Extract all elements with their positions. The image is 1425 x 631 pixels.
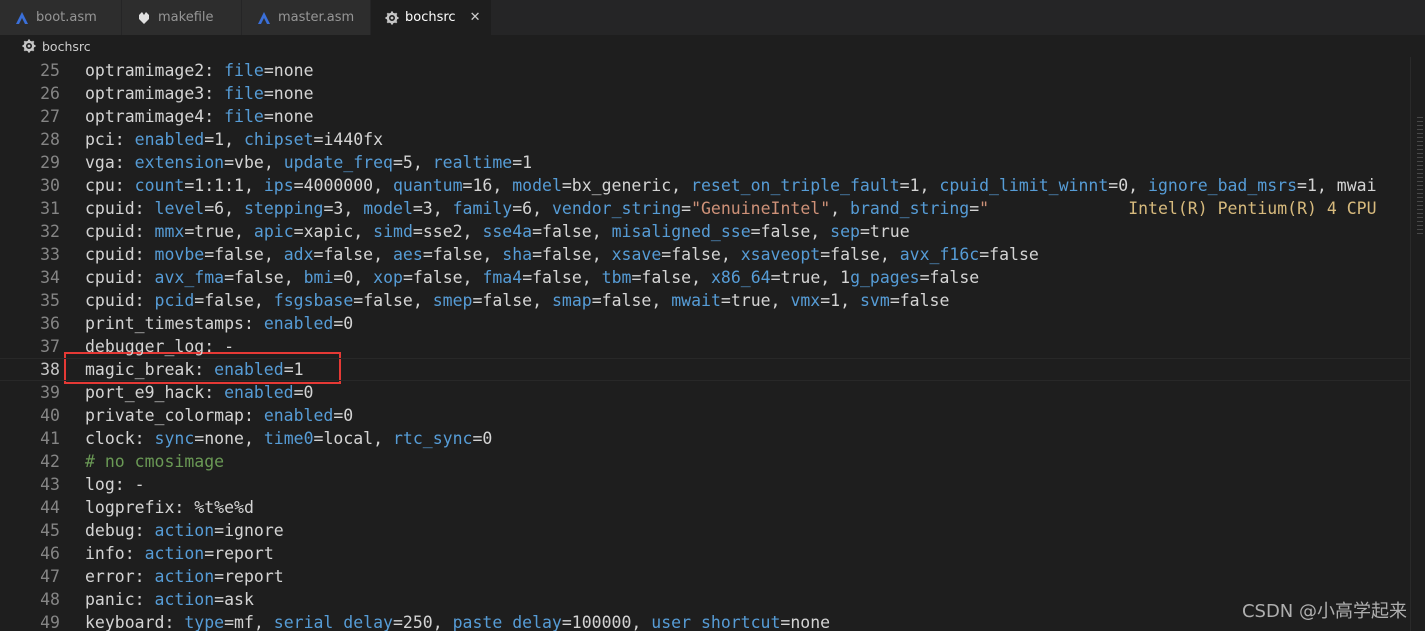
line-number: 38 bbox=[40, 360, 60, 379]
line-number: 39 bbox=[40, 383, 60, 402]
line-number: 31 bbox=[40, 199, 60, 218]
line-number: 35 bbox=[40, 291, 60, 310]
code-text: debugger_log: - bbox=[85, 337, 235, 356]
code-line[interactable]: 41 clock: sync=none, time0=local, rtc_syn… bbox=[0, 427, 1412, 450]
code-line[interactable]: 25 optramimage2: file=none bbox=[0, 59, 1412, 82]
code-line[interactable]: 43 log: - bbox=[0, 473, 1412, 496]
makefile-icon bbox=[136, 10, 152, 26]
code-line[interactable]: 38 magic_break: enabled=1 bbox=[0, 358, 1412, 381]
tab-master-asm[interactable]: master.asm bbox=[242, 0, 371, 35]
line-number: 37 bbox=[40, 337, 60, 356]
editor-tab-bar: boot.asm makefile master.asm bochsrc ✕ bbox=[0, 0, 1425, 35]
line-number: 26 bbox=[40, 84, 60, 103]
line-number: 48 bbox=[40, 590, 60, 609]
breadcrumb-file[interactable]: bochsrc bbox=[42, 39, 91, 54]
code-text: print_timestamps: enabled=0 bbox=[85, 314, 354, 333]
code-line[interactable]: 33 cpuid: movbe=false, adx=false, aes=fal… bbox=[0, 243, 1412, 266]
line-number: 49 bbox=[40, 613, 60, 631]
line-number: 42 bbox=[40, 452, 60, 471]
code-text: cpuid: mmx=true, apic=xapic, simd=sse2, … bbox=[85, 222, 910, 241]
code-line[interactable]: 42 # no cmosimage bbox=[0, 450, 1412, 473]
line-number: 44 bbox=[40, 498, 60, 517]
tab-makefile[interactable]: makefile bbox=[122, 0, 242, 35]
code-text: cpuid: movbe=false, adx=false, aes=false… bbox=[85, 245, 1039, 264]
code-line[interactable]: 49 keyboard: type=mf, serial_delay=250, p… bbox=[0, 611, 1412, 631]
asm-file-icon bbox=[14, 10, 30, 26]
line-number: 27 bbox=[40, 107, 60, 126]
code-line[interactable]: 47 error: action=report bbox=[0, 565, 1412, 588]
code-line[interactable]: 37 debugger_log: - bbox=[0, 335, 1412, 358]
code-text: private_colormap: enabled=0 bbox=[85, 406, 354, 425]
code-line[interactable]: 44 logprefix: %t%e%d bbox=[0, 496, 1412, 519]
code-text: cpuid: avx_fma=false, bmi=0, xop=false, … bbox=[85, 268, 980, 287]
close-icon[interactable]: ✕ bbox=[470, 10, 481, 26]
tab-bar-empty-area bbox=[492, 0, 1425, 35]
line-number: 46 bbox=[40, 544, 60, 563]
code-text: log: - bbox=[85, 475, 145, 494]
code-line[interactable]: 29 vga: extension=vbe, update_freq=5, rea… bbox=[0, 151, 1412, 174]
code-line[interactable]: 30 cpu: count=1:1:1, ips=4000000, quantum… bbox=[0, 174, 1412, 197]
line-number: 25 bbox=[40, 61, 60, 80]
watermark: CSDN @小高学起来 bbox=[1241, 601, 1407, 622]
code-text: cpu: count=1:1:1, ips=4000000, quantum=1… bbox=[85, 176, 1377, 195]
code-line[interactable]: 48 panic: action=ask bbox=[0, 588, 1412, 611]
code-text: clock: sync=none, time0=local, rtc_sync=… bbox=[85, 429, 493, 448]
code-text: pci: enabled=1, chipset=i440fx bbox=[85, 130, 384, 149]
code-text: magic_break: enabled=1 bbox=[85, 360, 304, 379]
code-line[interactable]: 36 print_timestamps: enabled=0 bbox=[0, 312, 1412, 335]
line-number: 33 bbox=[40, 245, 60, 264]
tab-label: master.asm bbox=[278, 10, 355, 25]
code-text: port_e9_hack: enabled=0 bbox=[85, 383, 314, 402]
line-number: 47 bbox=[40, 567, 60, 586]
line-number: 45 bbox=[40, 521, 60, 540]
code-text: info: action=report bbox=[85, 544, 274, 563]
asm-file-icon bbox=[256, 10, 272, 26]
code-text: # no cmosimage bbox=[85, 452, 225, 471]
code-text: panic: action=ask bbox=[85, 590, 254, 609]
code-text: optramimage4: file=none bbox=[85, 107, 314, 126]
vertical-scrollbar[interactable] bbox=[1410, 57, 1425, 631]
code-text: vga: extension=vbe, update_freq=5, realt… bbox=[85, 153, 533, 172]
code-text: cpuid: level=6, stepping=3, model=3, fam… bbox=[85, 199, 1377, 218]
breadcrumb: bochsrc bbox=[0, 35, 1425, 57]
code-text: error: action=report bbox=[85, 567, 284, 586]
tab-boot-asm[interactable]: boot.asm bbox=[0, 0, 122, 35]
code-line[interactable]: 32 cpuid: mmx=true, apic=xapic, simd=sse2… bbox=[0, 220, 1412, 243]
line-number: 36 bbox=[40, 314, 60, 333]
line-number: 43 bbox=[40, 475, 60, 494]
code-line[interactable]: 40 private_colormap: enabled=0 bbox=[0, 404, 1412, 427]
code-line[interactable]: 45 debug: action=ignore bbox=[0, 519, 1412, 542]
line-number: 41 bbox=[40, 429, 60, 448]
code-line[interactable]: 34 cpuid: avx_fma=false, bmi=0, xop=false… bbox=[0, 266, 1412, 289]
code-line[interactable]: 31 cpuid: level=6, stepping=3, model=3, f… bbox=[0, 197, 1412, 220]
code-line[interactable]: 27 optramimage4: file=none bbox=[0, 105, 1412, 128]
line-number: 32 bbox=[40, 222, 60, 241]
line-number: 28 bbox=[40, 130, 60, 149]
line-number: 34 bbox=[40, 268, 60, 287]
code-text: optramimage3: file=none bbox=[85, 84, 314, 103]
overview-ruler-marks bbox=[1417, 117, 1423, 237]
line-number: 40 bbox=[40, 406, 60, 425]
tab-label: boot.asm bbox=[36, 10, 97, 25]
code-editor[interactable]: 25 optramimage2: file=none 26 optramimage3:… bbox=[0, 57, 1425, 631]
code-line[interactable]: 26 optramimage3: file=none bbox=[0, 82, 1412, 105]
code-text: keyboard: type=mf, serial_delay=250, pas… bbox=[85, 613, 831, 631]
code-text: optramimage2: file=none bbox=[85, 61, 314, 80]
code-line[interactable]: 46 info: action=report bbox=[0, 542, 1412, 565]
gear-icon bbox=[22, 39, 36, 53]
code-line[interactable]: 28 pci: enabled=1, chipset=i440fx bbox=[0, 128, 1412, 151]
code-text: logprefix: %t%e%d bbox=[85, 498, 254, 517]
code-line[interactable]: 39 port_e9_hack: enabled=0 bbox=[0, 381, 1412, 404]
tab-bochsrc[interactable]: bochsrc ✕ bbox=[371, 0, 492, 35]
line-number: 29 bbox=[40, 153, 60, 172]
code-text: cpuid: pcid=false, fsgsbase=false, smep=… bbox=[85, 291, 950, 310]
code-line[interactable]: 35 cpuid: pcid=false, fsgsbase=false, sme… bbox=[0, 289, 1412, 312]
tab-label: bochsrc bbox=[405, 10, 456, 25]
code-text: debug: action=ignore bbox=[85, 521, 284, 540]
line-number: 30 bbox=[40, 176, 60, 195]
gear-icon bbox=[385, 10, 399, 26]
tab-label: makefile bbox=[158, 10, 214, 25]
